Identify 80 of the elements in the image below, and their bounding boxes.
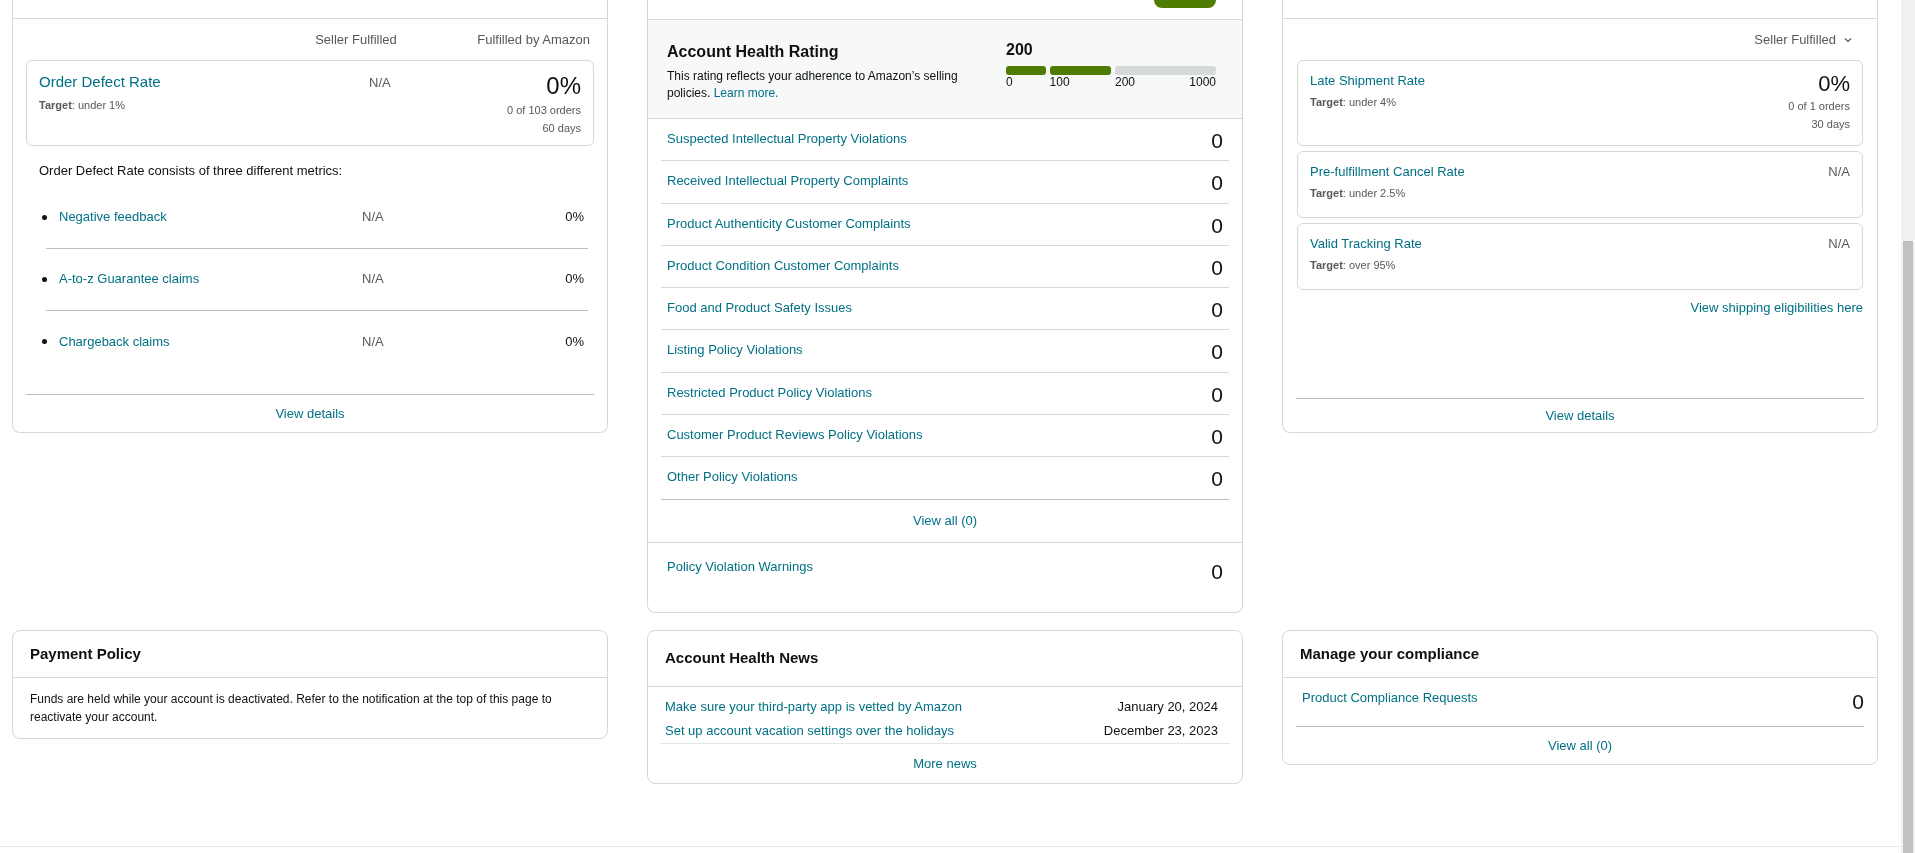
- metric-value: N/A: [1828, 163, 1850, 181]
- card-title: Payment Policy: [30, 643, 141, 664]
- violation-count: 0: [1211, 383, 1223, 406]
- metric-target: Target: under 1%: [39, 97, 126, 113]
- violation-link[interactable]: Food and Product Safety Issues: [667, 298, 852, 318]
- compliance-count: 0: [1852, 691, 1864, 713]
- metric-link[interactable]: Order Defect Rate: [39, 71, 369, 94]
- violation-count: 0: [1211, 214, 1223, 237]
- metric-link[interactable]: Late Shipment Rate: [1310, 71, 1425, 91]
- violation-link[interactable]: Received Intellectual Property Complaints: [667, 171, 909, 191]
- chevron-down-icon: [1844, 36, 1852, 43]
- shipping-eligibility-link[interactable]: View shipping eligibilities here: [1690, 298, 1863, 318]
- news-date: December 23, 2023: [1103, 722, 1218, 741]
- filter-dropdown[interactable]: Seller Fulfilled: [1754, 29, 1852, 50]
- violation-link[interactable]: Listing Policy Violations: [667, 340, 803, 360]
- violation-count: 0: [1211, 560, 1223, 583]
- policy-text: Funds are held while your account is deactivated. Refer to the notification at the top of this page to reactivate your account.: [29, 691, 553, 726]
- violation-count: 0: [1211, 256, 1223, 279]
- metric-value: 0%: [564, 270, 585, 289]
- violation-link[interactable]: Product Authenticity Customer Complaints: [667, 213, 911, 234]
- metric-value: N/A: [362, 208, 384, 227]
- violation-count: 0: [1211, 172, 1223, 195]
- news-date: January 20, 2024: [1117, 698, 1218, 717]
- news-link[interactable]: Make sure your third-party app is vetted by Amazon: [665, 697, 962, 717]
- scale-label: 200: [1115, 75, 1136, 89]
- violation-count: 0: [1211, 426, 1223, 449]
- scale-label: 100: [1049, 75, 1070, 89]
- violation-link[interactable]: Suspected Intellectual Property Violations: [667, 129, 907, 149]
- metric-link[interactable]: Pre-fulfillment Cancel Rate: [1310, 162, 1465, 182]
- metric-value: N/A: [362, 270, 384, 289]
- metric-link[interactable]: Valid Tracking Rate: [1310, 234, 1422, 254]
- rating-title: Account Health Rating: [667, 42, 840, 62]
- bullet-icon: [42, 339, 47, 344]
- rating-description: This rating reflects your adherence to Amazon’s selling policies. Learn more.: [667, 68, 959, 102]
- more-news-link[interactable]: More news: [913, 753, 977, 774]
- metric-description: Order Defect Rate consists of three different metrics:: [38, 162, 344, 180]
- metric-value: N/A: [369, 74, 391, 92]
- violation-count: 0: [1211, 130, 1223, 152]
- violation-count: 0: [1211, 341, 1223, 364]
- view-details-link[interactable]: View details: [1545, 405, 1615, 426]
- violation-count: 0: [1211, 299, 1223, 322]
- violation-link[interactable]: Product Condition Customer Complaints: [667, 255, 899, 276]
- bullet-icon: [42, 276, 47, 282]
- metric-link[interactable]: Negative feedback: [59, 207, 167, 227]
- order-count: 0 of 1 orders: [1788, 99, 1850, 114]
- status-pill: [1154, 0, 1216, 8]
- metric-value: N/A: [1828, 235, 1850, 253]
- violation-link[interactable]: Policy Violation Warnings: [667, 556, 813, 577]
- column-header: Fulfilled by Amazon: [476, 30, 591, 49]
- scale-label: 1000: [1189, 75, 1216, 89]
- rating-score: 200: [1006, 40, 1034, 60]
- metric-target: Target: under 2.5%: [1310, 185, 1407, 201]
- news-link[interactable]: Set up account vacation settings over the holidays: [665, 721, 955, 741]
- time-period: 30 days: [1811, 117, 1850, 132]
- compliance-link[interactable]: Product Compliance Requests: [1302, 688, 1478, 708]
- metric-value: 0%: [564, 332, 585, 351]
- learn-more-link[interactable]: Learn more.: [713, 86, 779, 100]
- metric-link[interactable]: Chargeback claims: [59, 331, 170, 352]
- scrollbar-thumb[interactable]: [1903, 241, 1913, 853]
- card-title: Account Health News: [665, 648, 819, 669]
- metric-value: N/A: [362, 332, 384, 351]
- metric-target: Target: over 95%: [1310, 257, 1397, 273]
- card-title: Manage your compliance: [1300, 643, 1480, 664]
- violation-link[interactable]: Restricted Product Policy Violations: [667, 382, 872, 403]
- order-count: 0 of 103 orders: [507, 103, 581, 118]
- view-all-link[interactable]: View all (0): [912, 510, 978, 531]
- view-details-link[interactable]: View details: [275, 403, 345, 424]
- column-header: Seller Fulfilled: [314, 30, 398, 49]
- metric-target: Target: under 4%: [1310, 94, 1397, 110]
- bullet-icon: [42, 214, 47, 220]
- metric-link[interactable]: A-to-z Guarantee claims: [59, 269, 200, 289]
- scale-label: 0: [1006, 75, 1013, 89]
- violation-link[interactable]: Other Policy Violations: [667, 467, 798, 487]
- violation-count: 0: [1211, 468, 1223, 491]
- metric-value: 0%: [1818, 71, 1850, 97]
- metric-value: 0%: [564, 208, 585, 227]
- violation-link[interactable]: Customer Product Reviews Policy Violations: [667, 425, 923, 445]
- time-period: 60 days: [542, 121, 581, 136]
- view-all-link[interactable]: View all (0): [1547, 735, 1613, 756]
- metric-value: 0%: [546, 71, 581, 101]
